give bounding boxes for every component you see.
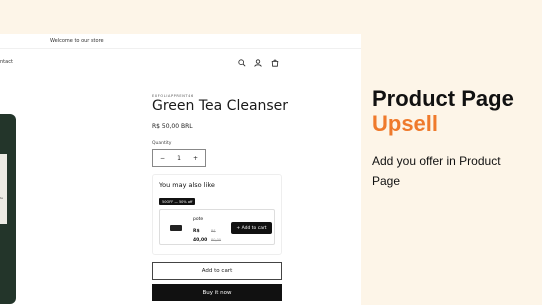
search-icon[interactable] — [237, 58, 247, 68]
quantity-increase-button[interactable]: + — [193, 155, 198, 162]
promo-title-line2: Upsell — [372, 111, 439, 136]
cart-icon[interactable] — [270, 58, 280, 68]
upsell-product-name: pote — [193, 217, 204, 222]
announcement-bar: Welcome to our store — [0, 34, 361, 48]
product-title: Green Tea Cleanser — [152, 98, 289, 114]
product-image: te — [0, 114, 16, 304]
promo-title: Product Page Upsell — [372, 86, 514, 136]
bottle-label-text: te — [0, 196, 3, 200]
promo-subtitle: Add you offer in Product Page — [372, 154, 501, 188]
product-price: R$ 50,00 BRL — [152, 123, 193, 130]
promo-title-line1: Product Page — [372, 86, 514, 111]
upsell-product-thumbnail — [170, 225, 182, 231]
discount-badge: 50OFF — 50% off — [159, 198, 196, 205]
nav-link-contact[interactable]: ntact — [0, 59, 13, 65]
quantity-value[interactable]: 1 — [177, 155, 181, 162]
add-to-cart-button[interactable]: Add to cart — [152, 262, 282, 280]
quantity-label: Quantity — [152, 141, 172, 146]
quantity-decrease-button[interactable]: − — [160, 155, 165, 162]
quantity-stepper: − 1 + — [152, 149, 206, 167]
upsell-heading: You may also like — [159, 181, 215, 189]
user-icon[interactable] — [253, 58, 263, 68]
upsell-add-to-cart-button[interactable]: + Add to cart — [231, 222, 272, 234]
announcement-text: Welcome to our store — [50, 38, 104, 44]
upsell-compare-price: R$ 80,00 — [211, 229, 222, 242]
upsell-product-price: R$ 40,00 — [193, 229, 208, 243]
upsell-offer-card: pote R$ 40,00 R$ 80,00 + Add to cart — [159, 209, 275, 245]
storefront-product-page: Welcome to our store ntact te EXFOLIAPPR… — [0, 34, 361, 305]
header-divider — [0, 48, 361, 49]
upsell-widget: You may also like 50OFF — 50% off pote R… — [152, 174, 282, 255]
buy-now-button[interactable]: Buy it now — [152, 284, 282, 301]
